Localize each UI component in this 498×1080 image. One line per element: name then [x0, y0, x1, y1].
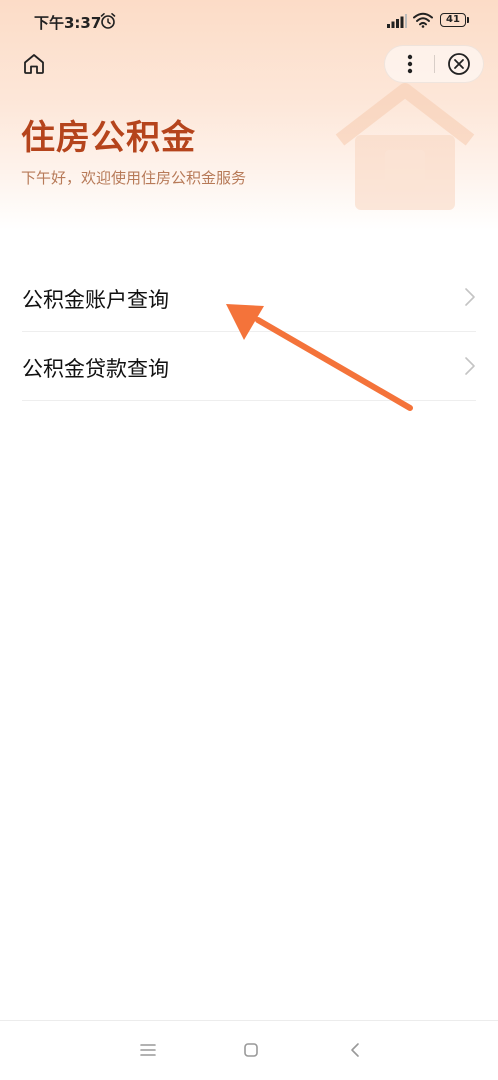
battery-tip [467, 17, 469, 23]
wifi-icon [413, 12, 433, 28]
page-title: 住房公积金 [21, 118, 196, 158]
chevron-right-icon [465, 288, 475, 306]
square-icon [244, 1043, 258, 1057]
chevron-right-icon [465, 357, 475, 375]
home-icon [24, 54, 44, 74]
system-nav-bar [0, 1020, 498, 1080]
menu-item-label: 公积金账户查询 [22, 288, 169, 312]
nav-menu-button[interactable] [136, 1039, 160, 1061]
status-bar: 下午3:37 41 [0, 0, 498, 42]
home-button[interactable] [18, 48, 50, 80]
back-chevron-icon [351, 1043, 359, 1057]
house-watermark-icon [335, 83, 475, 210]
page-subtitle: 下午好，欢迎使用住房公积金服务 [21, 169, 247, 187]
menu-item-label: 公积金贷款查询 [22, 357, 169, 381]
more-button[interactable] [385, 46, 435, 82]
alarm-icon [100, 13, 116, 29]
signal-icon [387, 14, 407, 28]
close-button[interactable] [435, 46, 483, 82]
status-time: 下午3:37 [34, 14, 102, 32]
menu-lines-icon [140, 1044, 156, 1056]
miniprogram-capsule [384, 45, 484, 83]
close-circle-icon [448, 53, 470, 75]
nav-back-button[interactable] [343, 1039, 367, 1061]
nav-home-button[interactable] [239, 1039, 263, 1061]
more-dots-icon [407, 54, 413, 74]
battery-indicator: 41 [440, 13, 466, 27]
annotation-arrow-icon [226, 304, 413, 411]
